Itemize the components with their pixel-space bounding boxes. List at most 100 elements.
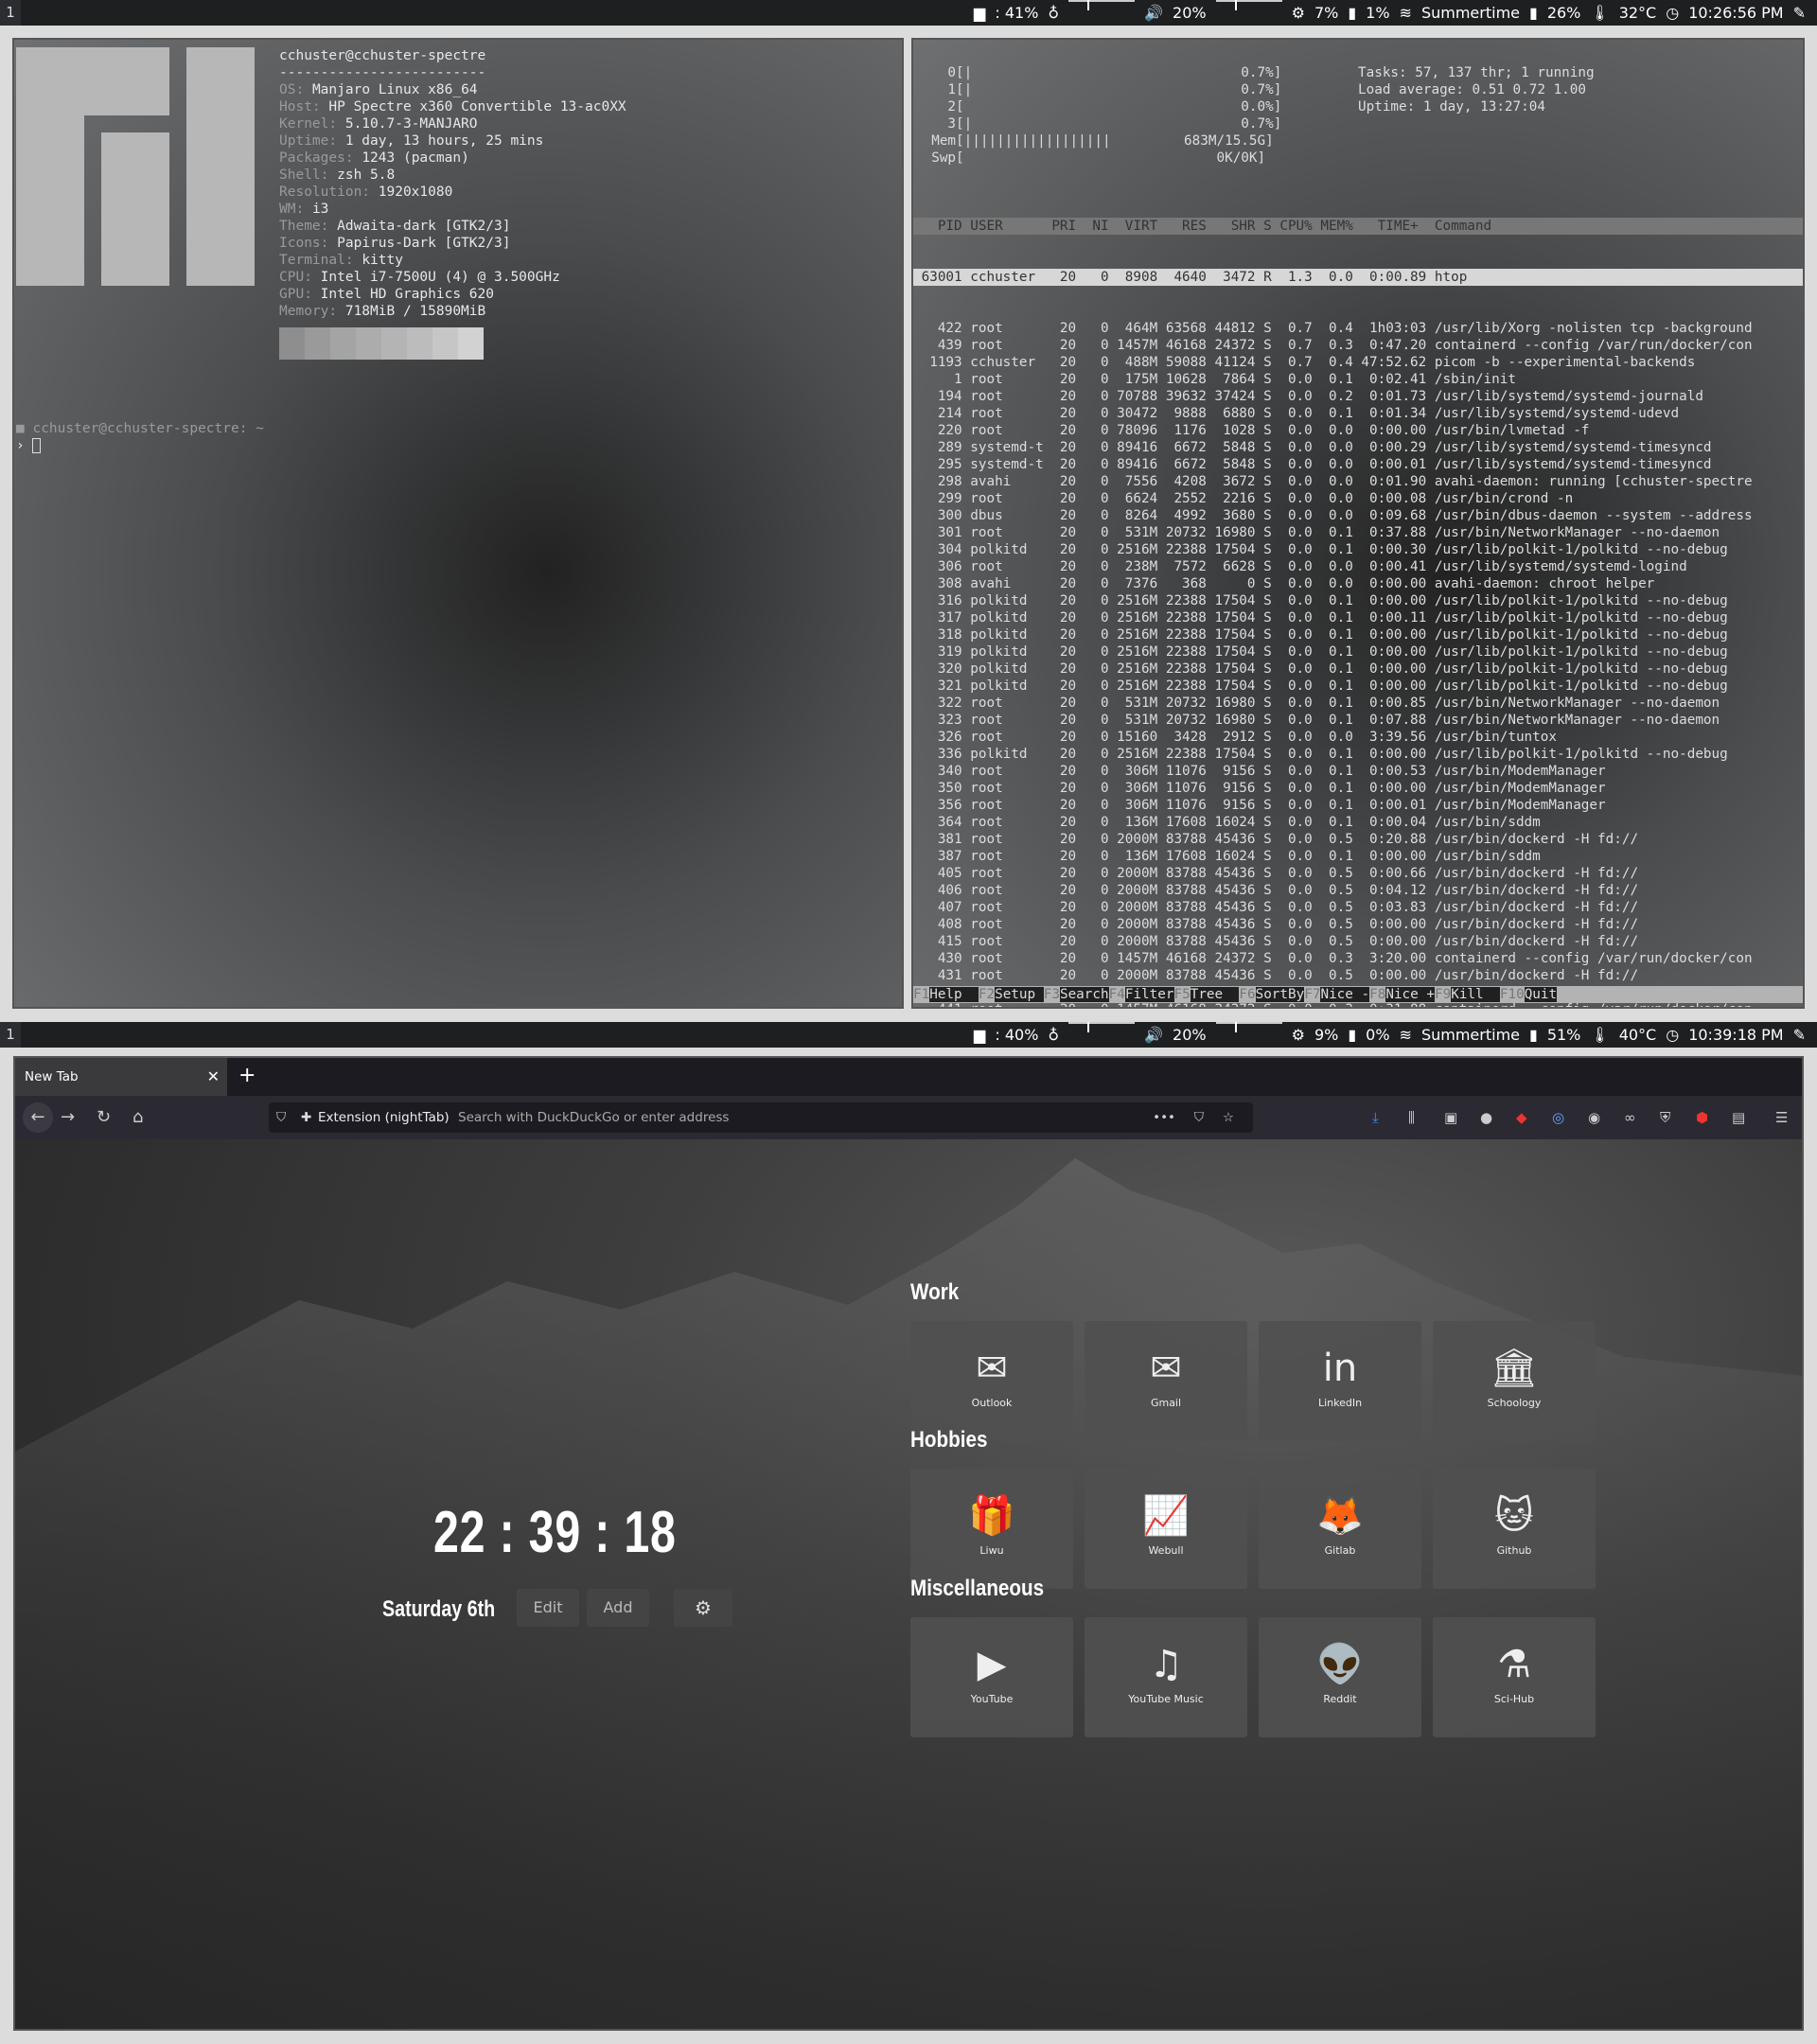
extension-red-icon[interactable]: ◆ — [1516, 1096, 1527, 1139]
extension-glasses-icon[interactable]: ∞ — [1624, 1096, 1636, 1139]
bookmark-webull[interactable]: 📈 Webull — [1085, 1469, 1247, 1589]
process-row[interactable]: 415 root 20 0 2000M 83788 45436 S 0.0 0.… — [913, 933, 1803, 950]
home-button[interactable]: ⌂ — [132, 1096, 143, 1139]
process-row[interactable]: 304 polkitd 20 0 2516M 22388 17504 S 0.0… — [913, 541, 1803, 558]
process-row[interactable]: 308 avahi 20 0 7376 368 0 S 0.0 0.0 0:00… — [913, 575, 1803, 592]
fkey-f4[interactable]: F4Filter — [1109, 987, 1174, 1002]
process-row[interactable]: 316 polkitd 20 0 2516M 22388 17504 S 0.0… — [913, 592, 1803, 609]
new-tab-button[interactable]: + — [238, 1058, 256, 1094]
process-row[interactable]: 364 root 20 0 136M 17608 16024 S 0.0 0.1… — [913, 814, 1803, 831]
process-row[interactable]: 405 root 20 0 2000M 83788 45436 S 0.0 0.… — [913, 865, 1803, 882]
process-row[interactable]: 340 root 20 0 306M 11076 9156 S 0.0 0.1 … — [913, 763, 1803, 780]
bookmark-github[interactable]: 🐱 Github — [1433, 1469, 1596, 1589]
terminal-neofetch[interactable]: cchuster@cchuster-spectre --------------… — [12, 38, 904, 1009]
terminal-htop[interactable]: 0[| 0.7%] 1[| 0.7%] 2[ 0.0%] 3[| 0.7%] M… — [911, 38, 1805, 1009]
fkey-f1[interactable]: F1Help — [913, 987, 979, 1002]
bookmark-gmail[interactable]: ✉ Gmail — [1085, 1321, 1247, 1441]
downloads-icon[interactable]: ⤓ — [1372, 1096, 1379, 1139]
brightness-slider[interactable] — [1068, 1022, 1136, 1032]
fkey-f8[interactable]: F8Nice + — [1369, 987, 1435, 1002]
identity-label[interactable]: Extension (nightTab) — [318, 1102, 450, 1133]
volume-slider[interactable] — [1215, 1022, 1282, 1032]
bookmark-youtube[interactable]: ▶ YouTube — [910, 1617, 1073, 1737]
process-row[interactable]: 318 polkitd 20 0 2516M 22388 17504 S 0.0… — [913, 626, 1803, 643]
bookmark-schoology[interactable]: 🏛 Schoology — [1433, 1321, 1596, 1441]
fkey-f9[interactable]: F9Kill — [1435, 987, 1500, 1002]
workspace-indicator[interactable]: 1 — [0, 0, 21, 26]
extension-reader-icon[interactable]: ▤ — [1732, 1096, 1745, 1139]
bookmark-linkedin[interactable]: in LinkedIn — [1259, 1321, 1421, 1441]
process-list[interactable]: 422 root 20 0 464M 63568 44812 S 0.7 0.4… — [913, 320, 1803, 1007]
bookmark-gitlab[interactable]: 🦊 Gitlab — [1259, 1469, 1421, 1589]
fkey-f2[interactable]: F2Setup — [979, 987, 1044, 1002]
process-row[interactable]: 336 polkitd 20 0 2516M 22388 17504 S 0.0… — [913, 746, 1803, 763]
process-row[interactable]: 320 polkitd 20 0 2516M 22388 17504 S 0.0… — [913, 661, 1803, 678]
extension-shield-icon[interactable]: ⛨ — [1660, 1096, 1670, 1139]
process-row[interactable]: 431 root 20 0 2000M 83788 45436 S 0.0 0.… — [913, 967, 1803, 984]
process-row[interactable]: 407 root 20 0 2000M 83788 45436 S 0.0 0.… — [913, 899, 1803, 916]
process-row-selected[interactable]: 63001 cchuster 20 0 8908 4640 3472 R 1.3… — [913, 269, 1803, 286]
sidebar-icon[interactable]: ▣ — [1444, 1096, 1457, 1139]
process-row[interactable]: 406 root 20 0 2000M 83788 45436 S 0.0 0.… — [913, 882, 1803, 899]
settings-gear-icon[interactable]: ⚙ — [674, 1589, 732, 1627]
volume-slider[interactable] — [1215, 0, 1282, 10]
process-header[interactable]: PID USER PRI NI VIRT RES SHR S CPU% MEM%… — [913, 218, 1803, 235]
back-button[interactable]: ← — [23, 1102, 53, 1133]
account-icon[interactable]: ● — [1480, 1096, 1492, 1139]
reload-button[interactable]: ↻ — [97, 1096, 111, 1139]
forward-button[interactable]: → — [61, 1096, 75, 1139]
process-row[interactable]: 295 systemd-t 20 0 89416 6672 5848 S 0.0… — [913, 456, 1803, 473]
process-row[interactable]: 214 root 20 0 30472 9888 6880 S 0.0 0.1 … — [913, 405, 1803, 422]
process-row[interactable]: 321 polkitd 20 0 2516M 22388 17504 S 0.0… — [913, 678, 1803, 695]
fkey-f5[interactable]: F5Tree — [1174, 987, 1240, 1002]
add-button[interactable]: Add — [587, 1589, 649, 1627]
fkey-f3[interactable]: F3Search — [1044, 987, 1109, 1002]
bookmark-star-icon[interactable]: ☆ — [1223, 1102, 1234, 1133]
edit-button[interactable]: Edit — [517, 1589, 579, 1627]
bookmark-sci-hub[interactable]: ⚗ Sci-Hub — [1433, 1617, 1596, 1737]
process-row[interactable]: 387 root 20 0 136M 17608 16024 S 0.0 0.1… — [913, 848, 1803, 865]
process-row[interactable]: 408 root 20 0 2000M 83788 45436 S 0.0 0.… — [913, 916, 1803, 933]
extension-ublock-icon[interactable]: ⬢ — [1696, 1096, 1708, 1139]
pocket-icon[interactable]: ⛉ — [1194, 1102, 1204, 1133]
tab-new-tab[interactable]: New Tab ✕ — [15, 1058, 227, 1096]
pen-icon[interactable]: ✎ — [1793, 1022, 1806, 1048]
process-row[interactable]: 306 root 20 0 238M 7572 6628 S 0.0 0.0 0… — [913, 558, 1803, 575]
process-row[interactable]: 350 root 20 0 306M 11076 9156 S 0.0 0.1 … — [913, 780, 1803, 797]
library-icon[interactable]: ⫼ — [1408, 1096, 1415, 1139]
workspace-indicator[interactable]: 1 — [0, 1022, 21, 1048]
fkey-f7[interactable]: F7Nice - — [1304, 987, 1370, 1002]
fkey-f10[interactable]: F10Quit — [1500, 987, 1558, 1002]
url-placeholder[interactable]: Search with DuckDuckGo or enter address — [458, 1102, 729, 1133]
menu-icon[interactable]: ☰ — [1775, 1096, 1788, 1139]
process-row[interactable]: 422 root 20 0 464M 63568 44812 S 0.7 0.4… — [913, 320, 1803, 337]
brightness-slider[interactable] — [1068, 0, 1136, 10]
extension-mask-icon[interactable]: ◉ — [1588, 1096, 1600, 1139]
pen-icon[interactable]: ✎ — [1793, 0, 1806, 26]
process-row[interactable]: 289 systemd-t 20 0 89416 6672 5848 S 0.0… — [913, 439, 1803, 456]
extension-blue-icon[interactable]: ◎ — [1552, 1096, 1564, 1139]
process-row[interactable]: 301 root 20 0 531M 20732 16980 S 0.0 0.1… — [913, 524, 1803, 541]
bookmark-outlook[interactable]: ✉ Outlook — [910, 1321, 1073, 1441]
process-row[interactable]: 356 root 20 0 306M 11076 9156 S 0.0 0.1 … — [913, 797, 1803, 814]
process-row[interactable]: 319 polkitd 20 0 2516M 22388 17504 S 0.0… — [913, 643, 1803, 661]
process-row[interactable]: 299 root 20 0 6624 2552 2216 S 0.0 0.0 0… — [913, 490, 1803, 507]
cursor[interactable] — [32, 438, 42, 453]
process-row[interactable]: 220 root 20 0 78096 1176 1028 S 0.0 0.0 … — [913, 422, 1803, 439]
process-row[interactable]: 430 root 20 0 1457M 46168 24372 S 0.0 0.… — [913, 950, 1803, 967]
process-row[interactable]: 300 dbus 20 0 8264 4992 3680 S 0.0 0.0 0… — [913, 507, 1803, 524]
close-tab-icon[interactable]: ✕ — [207, 1058, 220, 1096]
shield-icon[interactable]: ⛉ — [276, 1102, 286, 1133]
fkey-f6[interactable]: F6SortBy — [1239, 987, 1305, 1002]
process-row[interactable]: 1193 cchuster 20 0 488M 59088 41124 S 0.… — [913, 354, 1803, 371]
process-row[interactable]: 323 root 20 0 531M 20732 16980 S 0.0 0.1… — [913, 712, 1803, 729]
bookmark-liwu[interactable]: 🎁 Liwu — [910, 1469, 1073, 1589]
process-row[interactable]: 317 polkitd 20 0 2516M 22388 17504 S 0.0… — [913, 609, 1803, 626]
bookmark-reddit[interactable]: 👽 Reddit — [1259, 1617, 1421, 1737]
process-row[interactable]: 322 root 20 0 531M 20732 16980 S 0.0 0.1… — [913, 695, 1803, 712]
process-row[interactable]: 439 root 20 0 1457M 46168 24372 S 0.7 0.… — [913, 337, 1803, 354]
process-row[interactable]: 194 root 20 0 70788 39632 37424 S 0.0 0.… — [913, 388, 1803, 405]
process-row[interactable]: 381 root 20 0 2000M 83788 45436 S 0.0 0.… — [913, 831, 1803, 848]
bookmark-youtube-music[interactable]: ♫ YouTube Music — [1085, 1617, 1247, 1737]
page-actions-icon[interactable]: ••• — [1153, 1102, 1175, 1133]
